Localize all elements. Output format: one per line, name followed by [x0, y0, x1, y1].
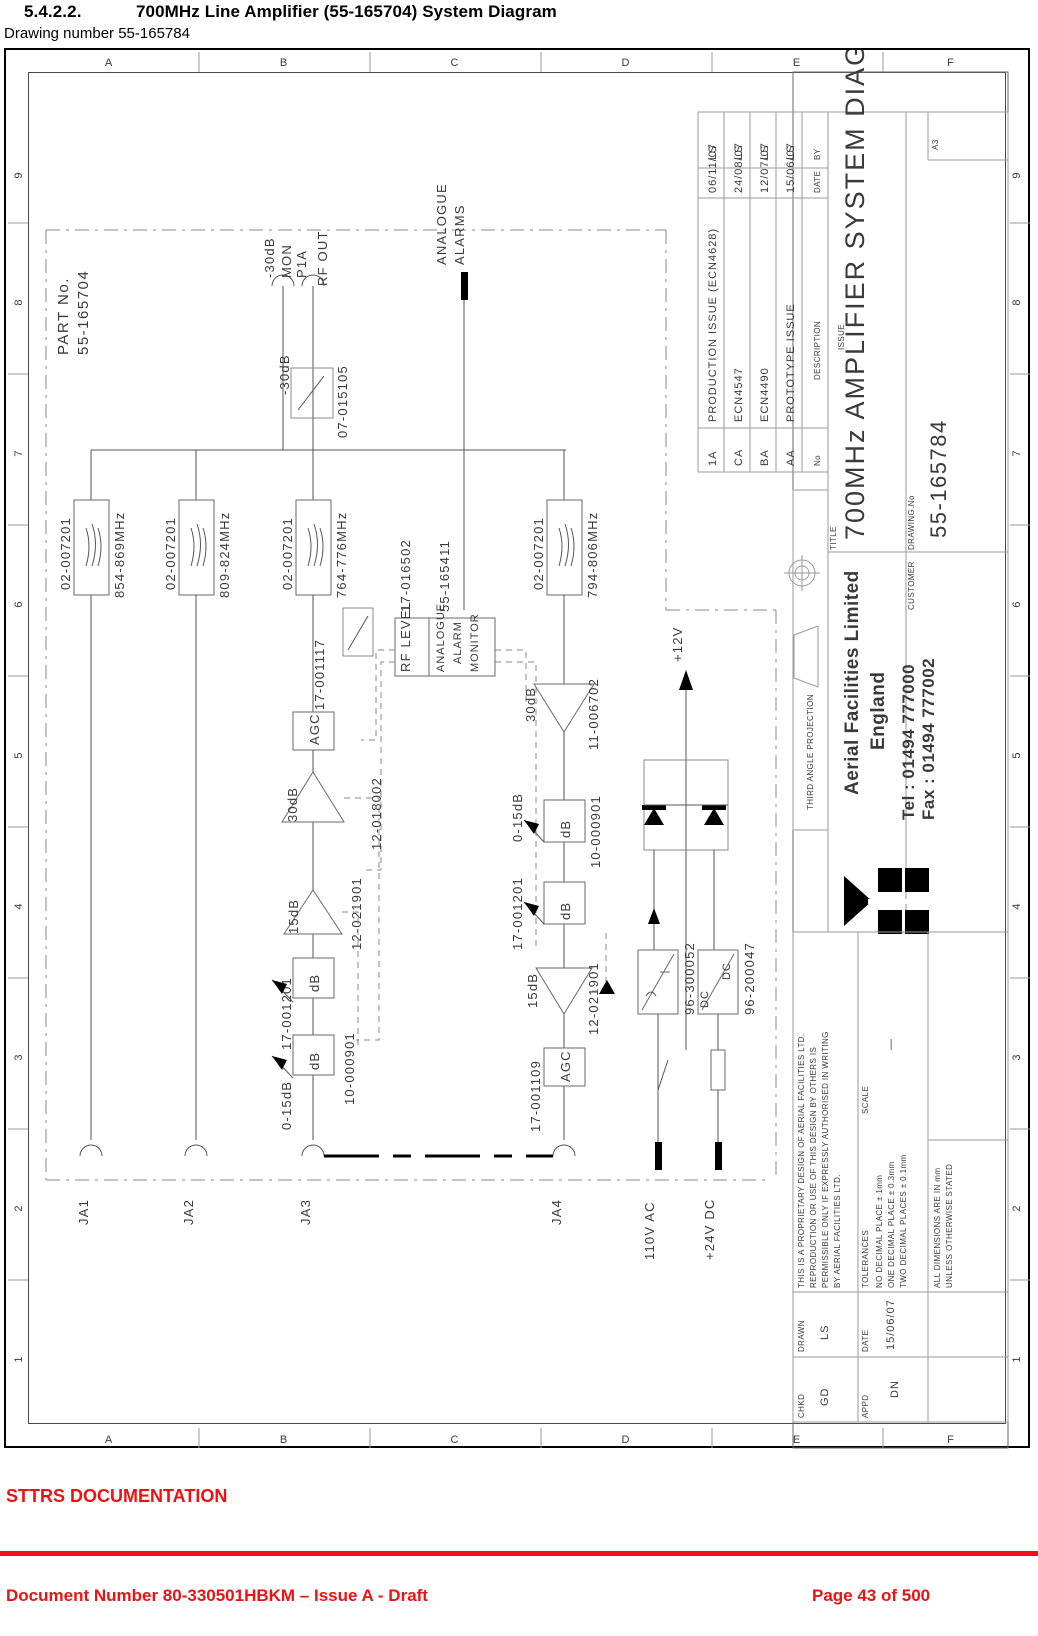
section-number: 5.4.2.2. — [24, 2, 82, 21]
zone-top-D: D — [622, 57, 631, 69]
zone-bottom-C: C — [451, 1434, 460, 1446]
zone-top-F: F — [947, 57, 955, 69]
zone-right-8: 8 — [1011, 298, 1023, 305]
zone-bottom-A: A — [105, 1434, 113, 1446]
footer-doc-number: Document Number 80-330501HBKM – Issue A … — [6, 1586, 428, 1605]
zone-right-1: 1 — [1011, 1355, 1023, 1362]
footer-doc-type: STTRS DOCUMENTATION — [6, 1486, 228, 1506]
zone-right-7: 7 — [1011, 449, 1023, 456]
zone-left-2: 2 — [13, 1204, 25, 1211]
zone-right-4: 4 — [1011, 902, 1023, 909]
zone-left-8: 8 — [13, 298, 25, 305]
zone-left-4: 4 — [13, 902, 25, 909]
zone-left-1: 1 — [13, 1355, 25, 1362]
zone-bottom-D: D — [622, 1434, 631, 1446]
zone-top-E: E — [793, 57, 801, 69]
zone-right-3: 3 — [1011, 1053, 1023, 1060]
zone-right-5: 5 — [1011, 751, 1023, 758]
zone-bottom-F: F — [947, 1434, 955, 1446]
zone-left-6: 6 — [13, 600, 25, 607]
zone-right-9: 9 — [1011, 171, 1023, 178]
zone-right-2: 2 — [1011, 1204, 1023, 1211]
zone-left-9: 9 — [13, 171, 25, 178]
footer-page-number: Page 43 of 500 — [812, 1586, 931, 1605]
zone-left-3: 3 — [13, 1053, 25, 1060]
engineering-drawing: PART No. 55-165704 -30dB MON P1A RF OUT … — [4, 48, 1030, 1449]
zone-left-5: 5 — [13, 751, 25, 758]
footer-divider — [0, 1551, 1038, 1556]
zone-right-6: 6 — [1011, 600, 1023, 607]
zone-bottom-B: B — [280, 1434, 288, 1446]
drawing-frame-inner-border — [28, 72, 1006, 1424]
zone-bottom-E: E — [793, 1434, 801, 1446]
zone-left-7: 7 — [13, 449, 25, 456]
section-title: 700MHz Line Amplifier (55-165704) System… — [136, 2, 557, 21]
page-title: 5.4.2.2. 700MHz Line Amplifier (55-165704… — [24, 2, 557, 22]
zone-top-B: B — [280, 57, 288, 69]
drawing-number-subtitle: Drawing number 55-165784 — [4, 25, 190, 42]
zone-top-C: C — [451, 57, 460, 69]
zone-top-A: A — [105, 57, 113, 69]
